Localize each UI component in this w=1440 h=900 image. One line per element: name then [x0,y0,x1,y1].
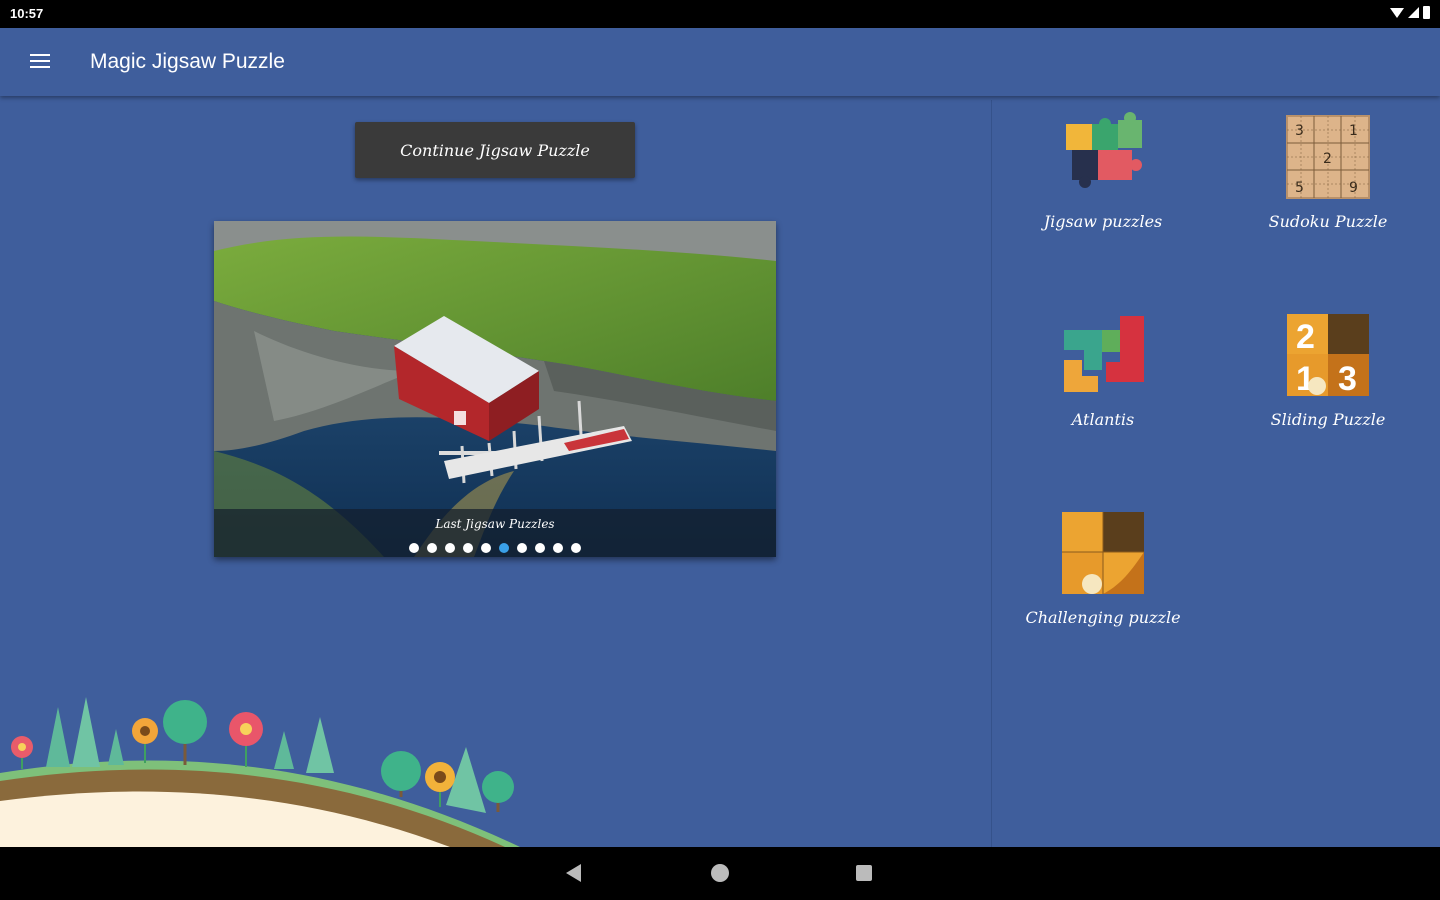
sliding-digit: 3 [1338,360,1357,398]
cell-signal-icon [1408,7,1419,18]
panel-divider [991,100,992,847]
carousel-dot[interactable] [409,543,419,553]
game-label: Sliding Puzzle [1270,410,1386,429]
continue-jigsaw-button[interactable]: Continue Jigsaw Puzzle [355,122,635,178]
game-label: Jigsaw puzzles [1043,212,1163,231]
carousel-dot[interactable] [571,543,581,553]
atlantis-blocks-icon [1064,316,1144,392]
status-bar: 10:57 [0,0,1440,28]
app-screen: Magic Jigsaw Puzzle Continue Jigsaw Puzz… [0,28,1440,847]
carousel-dot[interactable] [445,543,455,553]
boathouse-photo[interactable] [214,221,776,557]
carousel-caption-bar: Last Jigsaw Puzzles [214,509,776,557]
sudoku-digit: 1 [1349,123,1358,139]
app-title: Magic Jigsaw Puzzle [90,50,285,73]
game-label: Atlantis [1071,410,1135,429]
sliding-tiles-icon: 2 1 3 [1287,314,1369,398]
recents-icon[interactable] [856,865,872,881]
game-tile-sudoku-puzzle[interactable]: 3 1 2 5 9 Sudoku Puzzle [1228,110,1428,270]
back-icon[interactable] [566,864,581,882]
battery-icon [1423,6,1430,19]
carousel-dot[interactable] [499,543,509,553]
carousel-dot[interactable] [517,543,527,553]
game-tile-jigsaw-puzzles[interactable]: Jigsaw puzzles [1003,110,1203,270]
carousel-dots [214,543,776,553]
jigsaw-pieces-icon [1066,112,1142,188]
sudoku-digit: 3 [1295,123,1304,139]
carousel-dot[interactable] [535,543,545,553]
sudoku-grid-icon: 3 1 2 5 9 [1286,115,1370,199]
status-time: 10:57 [10,6,44,21]
last-puzzles-carousel[interactable]: Last Jigsaw Puzzles [214,221,776,557]
game-tile-sliding-puzzle[interactable]: 2 1 3 Sliding Puzzle [1228,308,1428,468]
status-icons [1390,6,1430,19]
system-nav-bar [0,847,1440,900]
sudoku-digit: 5 [1295,180,1304,196]
app-bar: Magic Jigsaw Puzzle [0,28,1440,96]
carousel-dot[interactable] [553,543,563,553]
carousel-caption: Last Jigsaw Puzzles [435,517,555,531]
decorative-landscape [0,697,520,847]
sudoku-digit: 9 [1349,180,1358,196]
challenging-puzzle-icon [1062,512,1144,594]
carousel-dot[interactable] [463,543,473,553]
game-tile-atlantis[interactable]: Atlantis [1003,308,1203,468]
sliding-digit: 2 [1296,318,1315,356]
game-label: Sudoku Puzzle [1268,212,1388,231]
home-icon[interactable] [711,864,729,882]
sudoku-digit: 2 [1323,151,1332,167]
game-label: Challenging puzzle [1025,608,1181,627]
menu-icon[interactable] [26,50,56,74]
carousel-dot[interactable] [481,543,491,553]
game-tile-challenging-puzzle[interactable]: Challenging puzzle [1003,506,1203,666]
wifi-icon [1390,7,1404,18]
carousel-dot[interactable] [427,543,437,553]
